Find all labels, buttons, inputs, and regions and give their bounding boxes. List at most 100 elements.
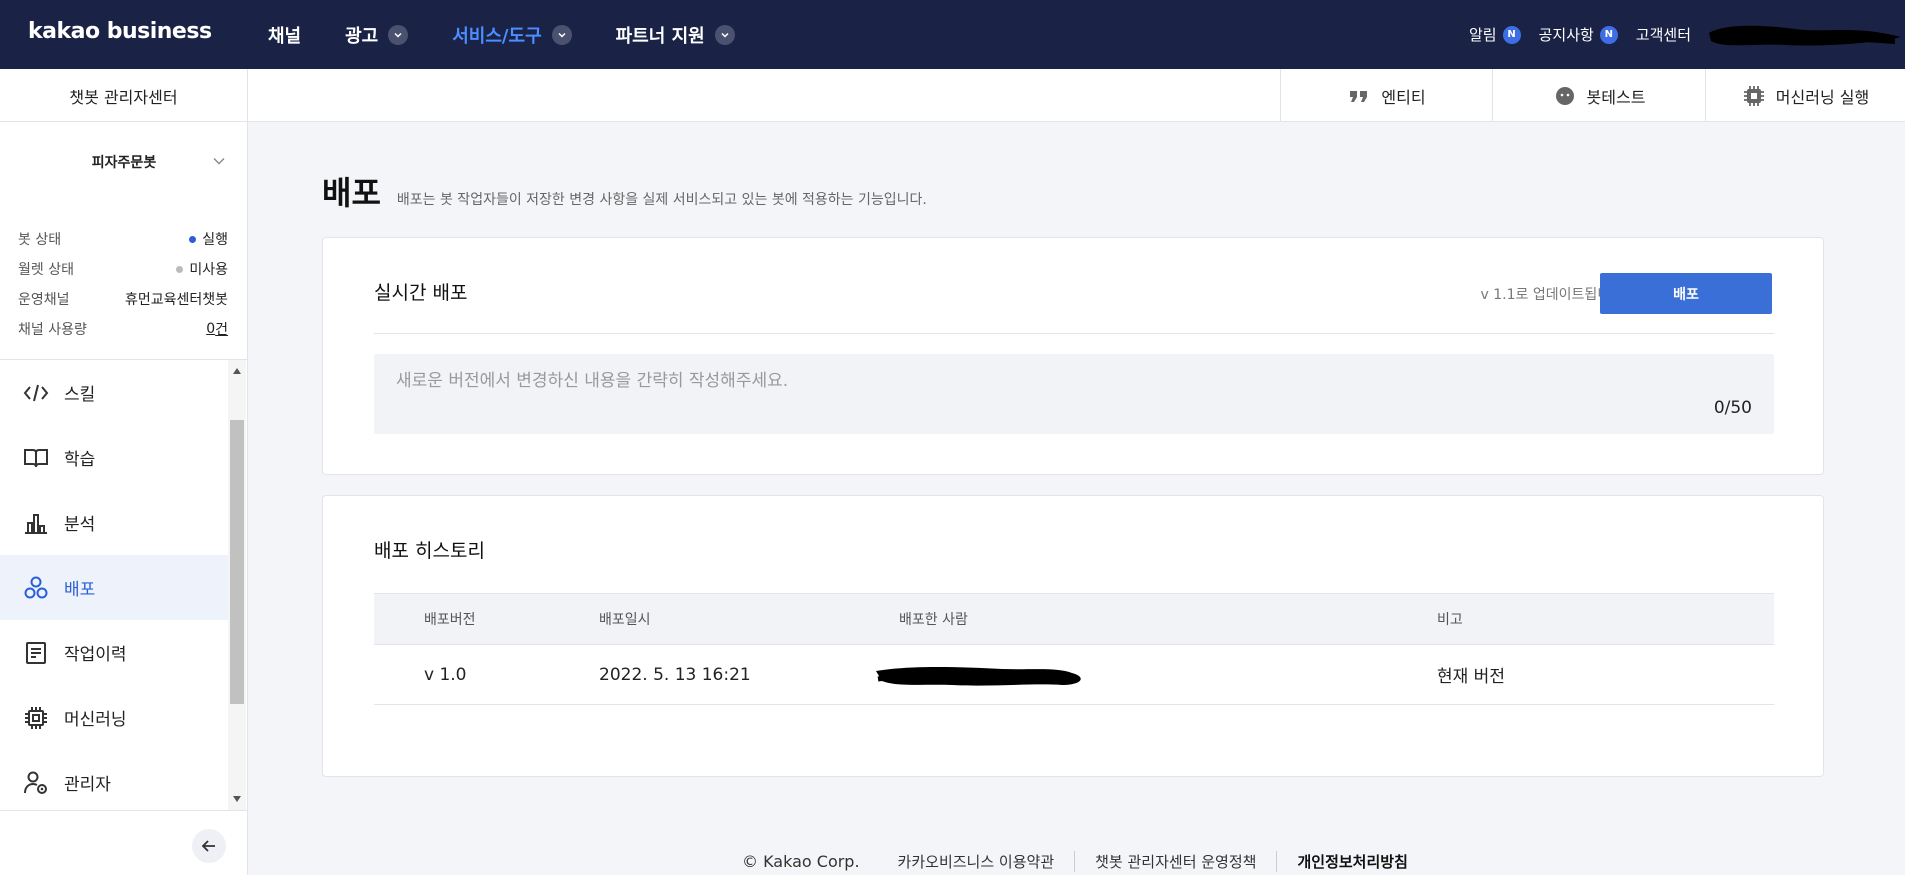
sidebar-item-admin[interactable]: 관리자 <box>0 750 228 810</box>
deploy-history-card: 배포 히스토리 배포버전 배포일시 배포한 사람 비고 v 1.0 2022. … <box>322 495 1824 777</box>
top-navbar: kakao business 채널 광고 서비스/도구 파트너 지원 알림 N … <box>0 0 1905 69</box>
new-badge: N <box>1599 25 1618 44</box>
sidebar-item-label: 스킬 <box>64 385 96 405</box>
realtime-deploy-title: 실시간 배포 <box>374 282 468 304</box>
menu-services-label: 서비스/도구 <box>452 25 542 47</box>
sub-header: 챗봇 관리자센터 엔티티 봇테스트 머신러닝 실행 <box>0 69 1905 122</box>
divider <box>374 333 1774 334</box>
status-dot <box>189 235 197 243</box>
support-label: 고객센터 <box>1635 26 1691 44</box>
bot-name: 피자주문봇 <box>91 155 157 171</box>
usage-unit: 건 <box>215 322 228 338</box>
change-note-textarea[interactable]: 새로운 버전에서 변경하신 내용을 간략히 작성해주세요. 0/50 <box>374 354 1774 434</box>
copyright: © Kakao Corp. <box>742 851 860 871</box>
footer-link-policy[interactable]: 챗봇 관리자센터 운영정책 <box>1074 850 1276 872</box>
scroll-thumb[interactable] <box>230 420 244 704</box>
sidebar-item-label: 배포 <box>64 580 96 600</box>
cell-note: 현재 버전 <box>1437 667 1505 687</box>
sidebar-item-deploy[interactable]: 배포 <box>0 555 228 620</box>
sidebar-item-analysis[interactable]: 분석 <box>0 490 228 555</box>
alarm-label: 알림 <box>1468 26 1497 44</box>
char-counter: 0/50 <box>1713 398 1752 418</box>
menu-channel[interactable]: 채널 <box>268 22 301 48</box>
notice-link[interactable]: 공지사항 N <box>1539 24 1618 45</box>
menu-partner-label: 파트너 지원 <box>615 25 705 47</box>
menu-channel-label: 채널 <box>268 25 302 47</box>
sidebar-scrollbar[interactable] <box>228 360 246 810</box>
status-row: 채널 사용량 0건 <box>18 314 228 344</box>
table-row: v 1.0 2022. 5. 13 16:21 현재 버전 <box>374 645 1774 705</box>
menu-partner[interactable]: 파트너 지원 <box>616 22 735 48</box>
chip-icon <box>1743 85 1764 106</box>
sidebar-item-learning[interactable]: 학습 <box>0 425 228 490</box>
usage-count: 0 <box>206 321 216 337</box>
sub-tools: 엔티티 봇테스트 머신러닝 실행 <box>1280 69 1905 122</box>
redacted-account[interactable] <box>1705 19 1905 51</box>
status-dot <box>176 265 184 273</box>
entity-label: 엔티티 <box>1381 87 1426 107</box>
sidebar-item-ml[interactable]: 머신러닝 <box>0 685 228 750</box>
column-header: 배포일시 <box>599 612 651 628</box>
page-description: 배포는 봇 작업자들이 저장한 변경 사항을 실제 서비스되고 있는 봇에 적용… <box>396 192 927 208</box>
status-label: 봇 상태 <box>18 232 62 248</box>
menu-services[interactable]: 서비스/도구 <box>452 22 572 48</box>
history-table: 배포버전 배포일시 배포한 사람 비고 v 1.0 2022. 5. 13 16… <box>374 593 1774 705</box>
scroll-down-arrow[interactable] <box>233 796 241 802</box>
bar-chart-icon <box>25 513 47 534</box>
main-menu: 채널 광고 서비스/도구 파트너 지원 <box>268 0 779 69</box>
sidebar-item-skill[interactable]: 스킬 <box>0 360 228 425</box>
new-badge: N <box>1502 25 1521 44</box>
footer-link-privacy[interactable]: 개인정보처리방침 <box>1276 850 1427 872</box>
support-link[interactable]: 고객센터 <box>1636 24 1691 45</box>
status-value-text: 실행 <box>202 232 228 248</box>
menu-ads[interactable]: 광고 <box>345 22 409 48</box>
cell-version: v 1.0 <box>424 664 467 685</box>
sidebar-item-label: 학습 <box>64 450 96 470</box>
sidebar-item-history[interactable]: 작업이력 <box>0 620 228 685</box>
page-title: 배포 <box>322 174 381 212</box>
notice-label: 공지사항 <box>1538 26 1594 44</box>
page-header: 배포 배포는 봇 작업자들이 저장한 변경 사항을 실제 서비스되고 있는 봇에… <box>322 168 927 214</box>
status-label: 운영채널 <box>18 292 70 308</box>
code-icon <box>23 384 49 401</box>
deploy-icon <box>24 576 48 598</box>
scroll-up-arrow[interactable] <box>233 368 241 374</box>
footer-link-terms[interactable]: 카카오비즈니스 이용약관 <box>898 851 1075 872</box>
alarm-link[interactable]: 알림 N <box>1469 24 1521 45</box>
bot-test-label: 봇테스트 <box>1586 87 1646 107</box>
sidebar-item-label: 작업이력 <box>64 645 127 665</box>
status-row: 봇 상태 실행 <box>18 224 228 254</box>
cell-deployer <box>872 645 1092 704</box>
sidebar: 피자주문봇 봇 상태 실행 월렛 상태 미사용 운영채널 휴먼교육센터챗봇 채널… <box>0 122 248 875</box>
sidebar-item-label: 머신러닝 <box>64 710 127 730</box>
chip-icon <box>25 706 47 729</box>
quote-icon <box>1350 90 1368 102</box>
book-icon <box>24 448 48 467</box>
sidebar-nav: 스킬 학습 분석 배포 작업이력 머신러닝 관리자 <box>0 360 228 810</box>
chevron-down-icon <box>714 24 735 45</box>
ml-run-label: 머신러닝 실행 <box>1775 87 1870 107</box>
admin-icon <box>24 771 47 794</box>
channel-name: 휴먼교육센터챗봇 <box>124 292 228 308</box>
realtime-deploy-card: 실시간 배포 v 1.1로 업데이트됩니다 배포 새로운 버전에서 변경하신 내… <box>322 237 1824 475</box>
menu-ads-label: 광고 <box>345 25 379 47</box>
channel-usage-link[interactable]: 0건 <box>206 319 228 339</box>
status-value: 실행 <box>189 229 228 249</box>
bot-test-button[interactable]: 봇테스트 <box>1492 69 1705 122</box>
chevron-down-icon <box>551 24 572 45</box>
sidebar-footer <box>0 810 248 875</box>
ml-run-button[interactable]: 머신러닝 실행 <box>1705 69 1905 122</box>
entity-button[interactable]: 엔티티 <box>1280 69 1492 122</box>
sidebar-item-label: 분석 <box>64 515 96 535</box>
deploy-button[interactable]: 배포 <box>1600 273 1772 314</box>
status-value-text: 미사용 <box>189 262 228 278</box>
bot-selector[interactable]: 피자주문봇 <box>0 122 248 202</box>
column-header: 배포한 사람 <box>899 612 968 628</box>
redacted-deployer <box>876 666 1081 686</box>
textarea-placeholder: 새로운 버전에서 변경하신 내용을 간략히 작성해주세요. <box>396 371 789 391</box>
admin-center-title[interactable]: 챗봇 관리자센터 <box>0 69 248 122</box>
kakao-business-logo[interactable]: kakao business <box>28 19 212 44</box>
collapse-sidebar-button[interactable] <box>192 829 226 863</box>
top-right-links: 알림 N 공지사항 N 고객센터 <box>1469 0 1905 69</box>
status-value: 미사용 <box>176 259 228 279</box>
